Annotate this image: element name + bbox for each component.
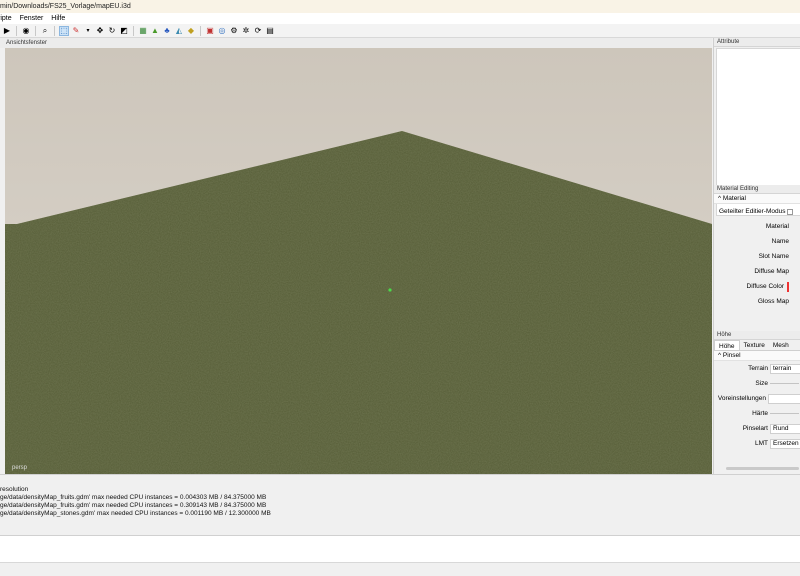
terrain-field[interactable]: terrain (770, 363, 800, 374)
pinselart-select[interactable]: Rund (770, 423, 800, 434)
toolbar: ▶ ◉ ⌕ ⬚ ✎ ▾ ✥ ↻ ◩ ▦ ▲ ♣ ◭ ◆ ▣ ◎ ⚙ ✲ ⟳ ▤ (0, 24, 800, 38)
toolbar-separator (200, 25, 201, 36)
lmt-select[interactable]: Ersetzen (770, 438, 800, 449)
presets-row: Voreinstellungen (714, 391, 800, 406)
status-bar (0, 562, 800, 576)
pen-icon[interactable]: ✎ (71, 26, 81, 36)
size-slider[interactable] (770, 383, 799, 384)
play-icon[interactable]: ▶ (2, 26, 12, 36)
gloss-map-row: Gloss Map (757, 298, 789, 305)
menu-bar: ripte Fenster Hilfe (0, 13, 800, 24)
material-row: Material (765, 223, 789, 230)
dropdown-icon[interactable]: ▾ (83, 26, 93, 36)
3d-viewport[interactable]: persp (5, 48, 712, 474)
terrain-row: Terrain terrain (714, 361, 800, 376)
shared-edit-mode-checkbox[interactable] (787, 208, 794, 215)
viewport-scene (5, 48, 712, 474)
attribute-title: Attribute (714, 38, 800, 47)
haerte-slider[interactable] (770, 413, 799, 414)
hoehe-tabs: Höhe Texture Mesh (714, 340, 800, 351)
eye-icon[interactable]: ◉ (21, 26, 31, 36)
menu-hilfe[interactable]: Hilfe (51, 13, 65, 24)
material-section-header[interactable]: ^ Material (714, 194, 800, 204)
toolbar-separator (54, 25, 55, 36)
scale-icon[interactable]: ◩ (119, 26, 129, 36)
presets-field[interactable] (768, 393, 800, 404)
log-line: ge/data/densityMap_stones.gdm' max neede… (0, 510, 271, 517)
camera-icon[interactable]: ⚙ (229, 26, 239, 36)
material-editing-panel: Material Editing ^ Material Geteilter Ed… (714, 185, 800, 331)
gear-icon[interactable]: ✲ (241, 26, 251, 36)
light-icon[interactable]: ◎ (217, 26, 227, 36)
pinselart-row: Pinselart Rund (714, 421, 800, 436)
window-title: min/Downloads/FS25_Vorlage/mapEU.i3d (0, 0, 800, 13)
tab-hoehe[interactable]: Höhe (714, 340, 740, 350)
diffuse-map-row: Diffuse Map (754, 268, 789, 275)
terrain-icon[interactable]: ▦ (138, 26, 148, 36)
save-icon[interactable]: ▤ (265, 26, 275, 36)
log-line: ge/data/densityMap_fruits.gdm' max neede… (0, 502, 267, 509)
pinsel-section-header[interactable]: ^ Pinsel (714, 351, 800, 361)
fill-icon[interactable]: ◆ (186, 26, 196, 36)
move-icon[interactable]: ✥ (95, 26, 105, 36)
slot-name-row: Slot Name (758, 253, 789, 260)
horizontal-scrollbar[interactable] (726, 467, 799, 470)
camera-label: persp (12, 465, 28, 471)
log-line: resolution (0, 486, 29, 493)
tab-texture[interactable]: Texture (740, 340, 769, 350)
viewport-title: Ansichtsfenster (0, 38, 712, 48)
lmt-row: LMT Ersetzen (714, 436, 800, 451)
refresh-icon[interactable]: ⟳ (253, 26, 263, 36)
script-input[interactable] (0, 535, 800, 562)
foliage-icon[interactable]: ♣ (162, 26, 172, 36)
diffuse-color-row: Diffuse Color (714, 279, 800, 294)
paint-icon[interactable]: ▲ (150, 26, 160, 36)
magnifier-icon[interactable]: ⌕ (40, 26, 50, 36)
haerte-row: Härte (714, 406, 800, 421)
hoehe-panel: Höhe Höhe Texture Mesh ^ Pinsel Terrain t… (714, 331, 800, 474)
shared-edit-mode-row: Geteilter Editier-Modus (714, 204, 800, 219)
sculpt-icon[interactable]: ◭ (174, 26, 184, 36)
cube-icon[interactable]: ▣ (205, 26, 215, 36)
toolbar-separator (35, 25, 36, 36)
viewport-marker (388, 288, 392, 292)
diffuse-color-swatch[interactable] (787, 281, 789, 292)
name-row: Name (771, 238, 789, 245)
menu-skripte[interactable]: ripte (0, 13, 12, 24)
hoehe-title: Höhe (714, 331, 800, 340)
tab-mesh[interactable]: Mesh (769, 340, 793, 350)
toolbar-separator (133, 25, 134, 36)
rotate-icon[interactable]: ↻ (107, 26, 117, 36)
right-panel: Attribute Material Editing ^ Material Ge… (713, 38, 800, 474)
size-row: Size (714, 376, 800, 391)
log-panel: resolution ge/data/densityMap_fruits.gdm… (0, 474, 800, 535)
menu-fenster[interactable]: Fenster (20, 13, 44, 24)
log-line: ge/data/densityMap_fruits.gdm' max neede… (0, 494, 267, 501)
material-editing-title: Material Editing (714, 185, 800, 194)
viewport-panel: Ansichtsfenster persp (0, 38, 712, 474)
toolbar-separator (16, 25, 17, 36)
select-icon[interactable]: ⬚ (59, 25, 69, 36)
